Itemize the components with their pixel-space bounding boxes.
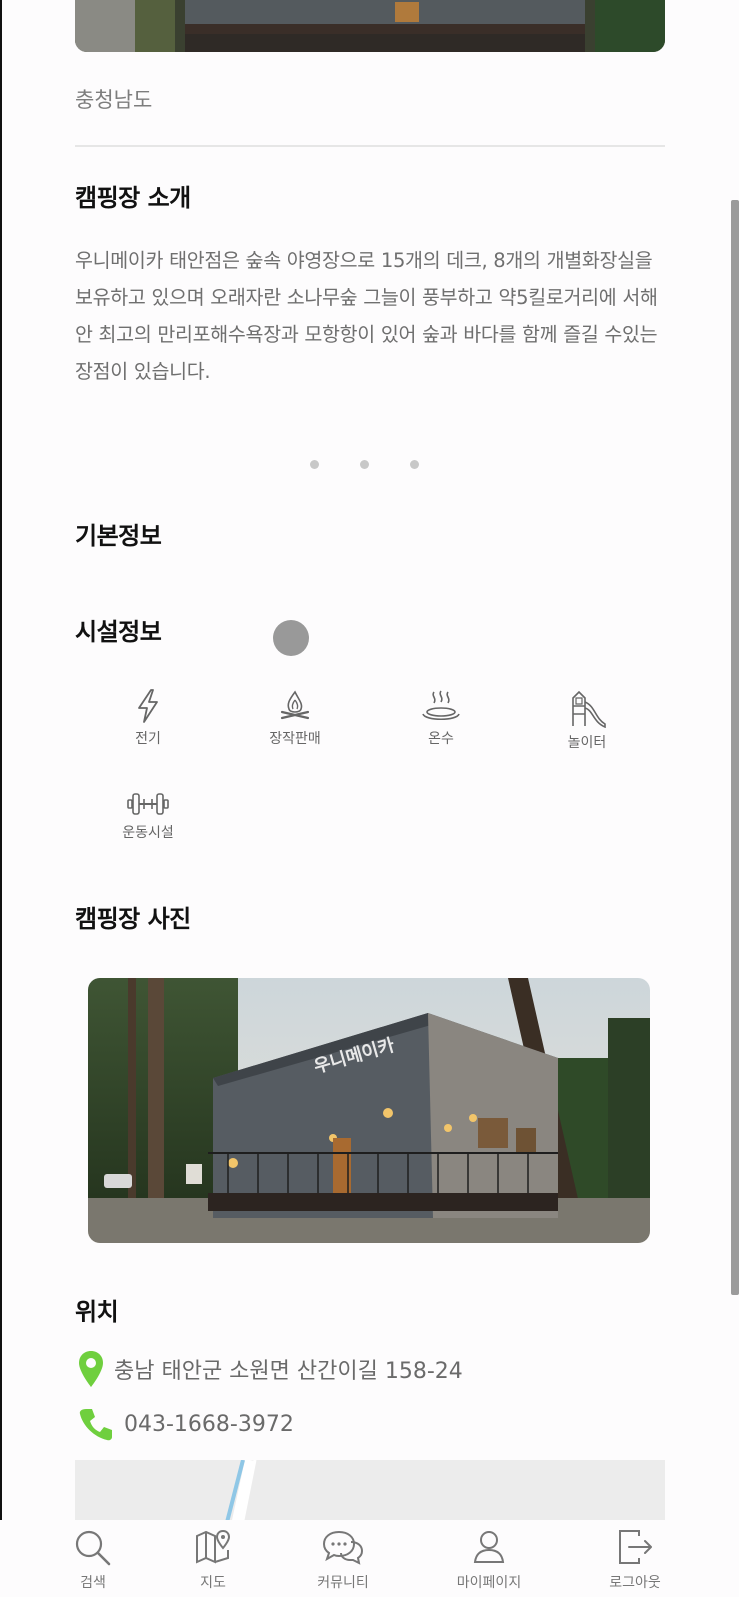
campsite-photo-top — [75, 0, 665, 52]
bottom-tab-bar: 검색 지도 커뮤니티 마이페이지 로그아웃 — [0, 1520, 739, 1597]
phone-text: 043-1668-3972 — [124, 1411, 294, 1437]
intro-title: 캠핑장 소개 — [75, 184, 191, 212]
campsite-photo[interactable]: 우니메이카 — [88, 978, 650, 1243]
lightning-icon — [138, 689, 158, 723]
tab-logout[interactable]: 로그아웃 — [580, 1528, 690, 1592]
location-pin-icon — [79, 1351, 103, 1387]
address-row[interactable]: 충남 태안군 소원면 산간이길 158-24 — [78, 1350, 463, 1388]
tab-community[interactable]: 커뮤니티 — [288, 1528, 398, 1592]
scrollbar[interactable] — [731, 200, 739, 1295]
chat-icon — [322, 1530, 364, 1565]
basic-info-title: 기본정보 — [75, 522, 162, 550]
tab-label: 로그아웃 — [609, 1575, 661, 1591]
address-text: 충남 태안군 소원면 산간이길 158-24 — [114, 1359, 463, 1384]
map-icon — [196, 1529, 231, 1564]
playground-slide-icon — [572, 690, 606, 728]
dot — [310, 460, 319, 469]
photos-title: 캠핑장 사진 — [75, 905, 191, 933]
touch-indicator — [273, 620, 309, 656]
loading-dots — [310, 460, 430, 470]
tab-label: 커뮤니티 — [317, 1575, 369, 1591]
facility-label: 전기 — [135, 731, 161, 747]
user-icon — [473, 1531, 505, 1563]
dot — [360, 460, 369, 469]
hot-water-icon — [422, 690, 460, 721]
intro-text: 우니메이카 태안점은 숲속 야영장으로 15개의 데크, 8개의 개별화장실을 … — [75, 249, 658, 383]
tab-label: 검색 — [80, 1575, 106, 1591]
phone-icon — [79, 1409, 112, 1441]
tab-label: 마이페이지 — [456, 1575, 522, 1591]
facility-label: 놀이터 — [567, 735, 607, 751]
facility-title: 시설정보 — [75, 618, 162, 646]
tab-mypage[interactable]: 마이페이지 — [434, 1528, 544, 1592]
window-edge — [0, 0, 2, 1597]
divider — [75, 145, 665, 147]
tab-label: 지도 — [200, 1575, 226, 1591]
facility-label: 온수 — [428, 731, 454, 747]
facility-hot-water: 온수 — [381, 688, 501, 748]
phone-row[interactable]: 043-1668-3972 — [78, 1406, 294, 1442]
facility-gym: 운동시설 — [88, 790, 208, 842]
region-label: 충청남도 — [75, 88, 153, 112]
facility-label: 장작판매 — [269, 731, 321, 747]
location-title: 위치 — [75, 1298, 119, 1326]
dot — [410, 460, 419, 469]
search-icon — [75, 1530, 111, 1566]
facility-playground: 놀이터 — [527, 688, 647, 752]
facility-label: 운동시설 — [122, 825, 174, 841]
facility-electricity: 전기 — [88, 688, 208, 748]
dumbbell-icon — [127, 793, 169, 815]
logout-icon — [619, 1530, 652, 1564]
campfire-icon — [280, 690, 310, 720]
facility-firewood: 장작판매 — [235, 688, 355, 748]
tab-search[interactable]: 검색 — [38, 1528, 148, 1592]
tab-map[interactable]: 지도 — [158, 1528, 268, 1592]
